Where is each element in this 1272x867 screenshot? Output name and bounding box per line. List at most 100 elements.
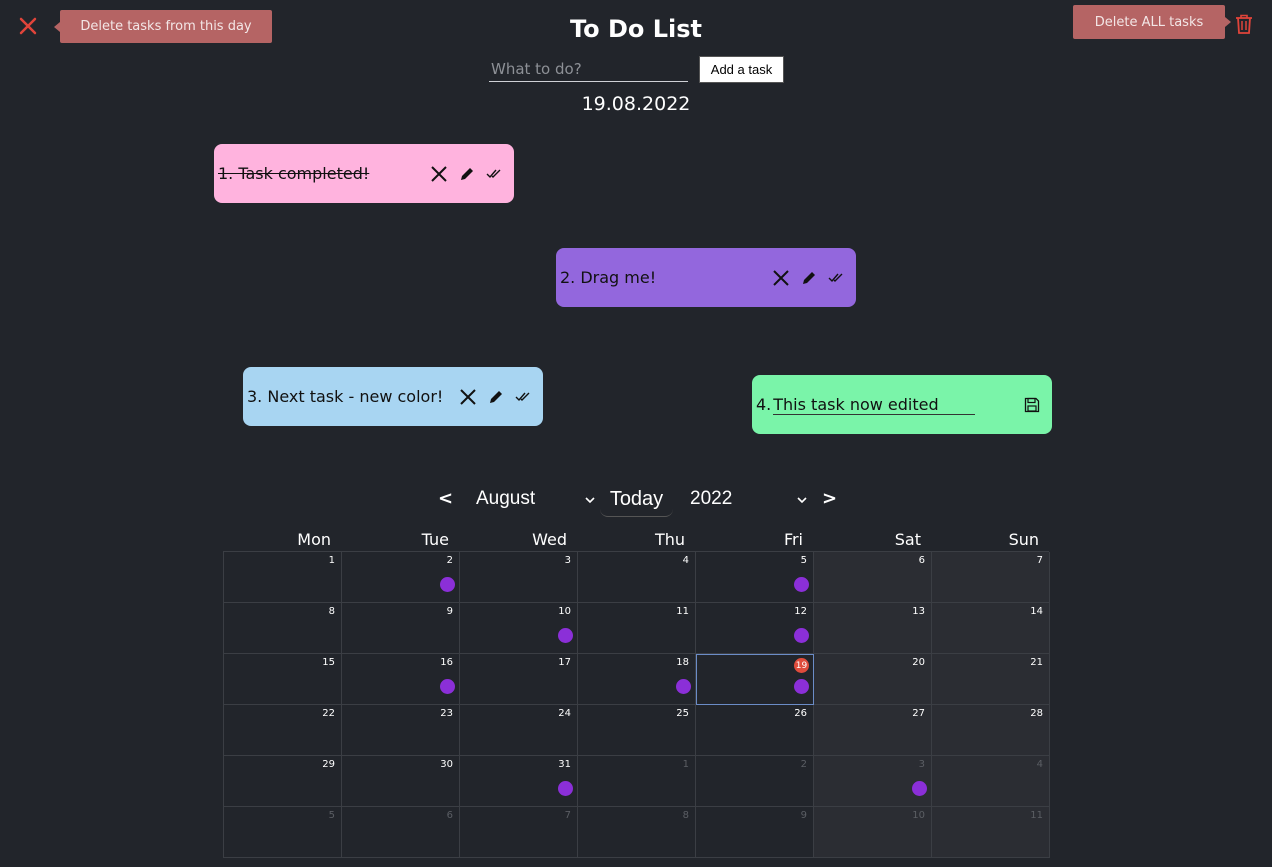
calendar-day[interactable]: 8 <box>578 807 696 858</box>
calendar-day[interactable]: 31 <box>460 756 578 807</box>
day-number: 30 <box>440 759 453 770</box>
calendar-day[interactable]: 13 <box>814 603 932 654</box>
calendar-day[interactable]: 3 <box>814 756 932 807</box>
calendar-day[interactable]: 10 <box>814 807 932 858</box>
day-number: 28 <box>1030 708 1043 719</box>
edit-pencil-icon[interactable] <box>800 269 818 287</box>
calendar-day[interactable]: 9 <box>696 807 814 858</box>
calendar-day[interactable]: 16 <box>342 654 460 705</box>
complete-check-icon[interactable] <box>828 272 844 284</box>
weekday-label: Sat <box>894 530 921 549</box>
weekday-label: Thu <box>654 530 685 549</box>
task-text: 1. Task completed! <box>218 164 370 183</box>
edit-pencil-icon[interactable] <box>487 388 505 406</box>
task-card-editing[interactable]: 4. <box>752 375 1052 434</box>
task-input[interactable] <box>489 56 688 82</box>
calendar-day[interactable]: 21 <box>932 654 1050 705</box>
delete-task-icon[interactable] <box>459 388 477 406</box>
task-text: 3. Next task - new color! <box>247 387 444 406</box>
calendar-day[interactable]: 2 <box>342 552 460 603</box>
calendar-day[interactable]: 5 <box>696 552 814 603</box>
calendar-day[interactable]: 27 <box>814 705 932 756</box>
day-number: 9 <box>800 810 807 821</box>
calendar-day[interactable]: 4 <box>932 756 1050 807</box>
day-number: 5 <box>328 810 335 821</box>
trash-icon[interactable] <box>1234 13 1256 37</box>
edit-pencil-icon[interactable] <box>458 165 476 183</box>
calendar-day[interactable]: 6 <box>342 807 460 858</box>
weekday-label: Wed <box>532 530 567 549</box>
calendar-day[interactable]: 17 <box>460 654 578 705</box>
day-number: 24 <box>558 708 571 719</box>
task-card[interactable]: 1. Task completed! <box>214 144 514 203</box>
complete-check-icon[interactable] <box>486 168 502 180</box>
calendar-day[interactable]: 20 <box>814 654 932 705</box>
month-value: August <box>476 488 536 509</box>
calendar-day[interactable]: 4 <box>578 552 696 603</box>
calendar-day[interactable]: 12 <box>696 603 814 654</box>
calendar-day[interactable]: 5 <box>224 807 342 858</box>
calendar-day[interactable]: 11 <box>932 807 1050 858</box>
calendar-day[interactable]: 1 <box>578 756 696 807</box>
calendar-day[interactable]: 7 <box>932 552 1050 603</box>
calendar-day[interactable]: 9 <box>342 603 460 654</box>
day-number: 21 <box>1030 657 1043 668</box>
task-indicator-dot <box>794 628 809 643</box>
task-indicator-dot <box>912 781 927 796</box>
calendar-day[interactable]: 26 <box>696 705 814 756</box>
calendar-day[interactable]: 18 <box>578 654 696 705</box>
calendar-day[interactable]: 14 <box>932 603 1050 654</box>
day-number: 5 <box>800 555 807 566</box>
day-number: 29 <box>322 759 335 770</box>
day-number: 25 <box>676 708 689 719</box>
day-number: 7 <box>564 810 571 821</box>
prev-month-button[interactable]: < <box>438 488 453 509</box>
calendar-day[interactable]: 22 <box>224 705 342 756</box>
calendar-day[interactable]: 7 <box>460 807 578 858</box>
day-number: 3 <box>918 759 925 770</box>
calendar-day[interactable]: 1 <box>224 552 342 603</box>
year-select[interactable]: 2022 <box>690 488 812 512</box>
day-number: 10 <box>912 810 925 821</box>
calendar-day[interactable]: 25 <box>578 705 696 756</box>
day-number: 10 <box>558 606 571 617</box>
day-number: 15 <box>322 657 335 668</box>
next-month-button[interactable]: > <box>822 488 837 509</box>
delete-task-icon[interactable] <box>772 269 790 287</box>
day-number: 11 <box>1030 810 1043 821</box>
calendar-day[interactable]: 24 <box>460 705 578 756</box>
add-task-button[interactable]: Add a task <box>699 56 784 83</box>
task-card[interactable]: 2. Drag me! <box>556 248 856 307</box>
calendar-day[interactable]: 10 <box>460 603 578 654</box>
calendar-day[interactable]: 29 <box>224 756 342 807</box>
day-number: 7 <box>1036 555 1043 566</box>
calendar-day[interactable]: 3 <box>460 552 578 603</box>
delete-all-tasks-button[interactable]: Delete ALL tasks <box>1073 5 1231 39</box>
complete-check-icon[interactable] <box>515 391 531 403</box>
calendar-day[interactable]: 23 <box>342 705 460 756</box>
calendar-day[interactable]: 11 <box>578 603 696 654</box>
calendar-day[interactable]: 6 <box>814 552 932 603</box>
day-number: 13 <box>912 606 925 617</box>
calendar-day[interactable]: 28 <box>932 705 1050 756</box>
save-icon[interactable] <box>1024 397 1040 413</box>
calendar-day-today[interactable]: 19 <box>696 654 814 705</box>
task-card[interactable]: 3. Next task - new color! <box>243 367 543 426</box>
day-number: 4 <box>1036 759 1043 770</box>
day-number: 1 <box>328 555 335 566</box>
today-button[interactable]: Today <box>600 482 673 517</box>
month-select[interactable]: August <box>476 488 600 512</box>
task-indicator-dot <box>676 679 691 694</box>
day-number: 22 <box>322 708 335 719</box>
day-number: 31 <box>558 759 571 770</box>
task-edit-field[interactable] <box>773 394 976 415</box>
calendar-day[interactable]: 8 <box>224 603 342 654</box>
calendar-day[interactable]: 15 <box>224 654 342 705</box>
delete-task-icon[interactable] <box>430 165 448 183</box>
calendar-day[interactable]: 30 <box>342 756 460 807</box>
day-number: 8 <box>328 606 335 617</box>
weekday-label: Sun <box>1008 530 1039 549</box>
day-number: 6 <box>446 810 453 821</box>
task-indicator-dot <box>558 628 573 643</box>
calendar-day[interactable]: 2 <box>696 756 814 807</box>
